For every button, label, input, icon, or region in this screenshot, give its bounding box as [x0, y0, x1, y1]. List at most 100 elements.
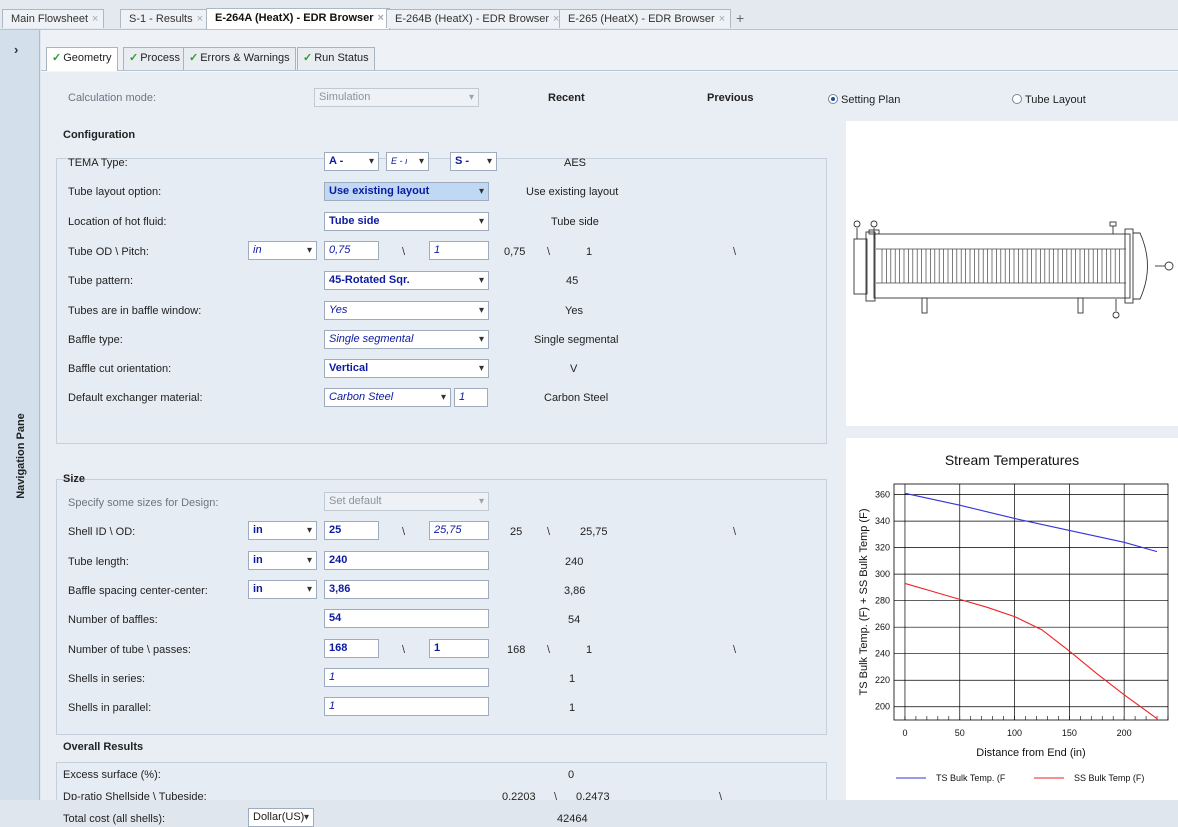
y-tick-label: 300 — [875, 569, 890, 579]
number-of-baffles-input[interactable]: 54 — [324, 609, 489, 628]
shells-in-series-input[interactable]: 1 — [324, 668, 489, 687]
tube-od-unit-select[interactable]: in — [248, 241, 317, 260]
rear-head — [1133, 232, 1148, 300]
number-of-tubes-recent: 168 — [507, 644, 526, 656]
hot-fluid-location-select[interactable]: Tube side — [324, 212, 489, 231]
baffle-type-select[interactable]: Single segmental — [324, 330, 489, 349]
tab-label: Run Status — [314, 52, 369, 64]
y-tick-label: 280 — [875, 596, 890, 606]
checkmark-icon: ✓ — [52, 52, 62, 64]
radio-label: Tube Layout — [1025, 94, 1086, 106]
shells-in-series-recent: 1 — [569, 673, 576, 685]
shell-od-recent: 25,75 — [580, 526, 608, 538]
tube-od-pitch-label: Tube OD \ Pitch: — [68, 246, 149, 258]
tubes-in-window-select[interactable]: Yes — [324, 301, 489, 320]
y-tick-label: 260 — [875, 622, 890, 632]
specify-sizes-select[interactable]: Set default — [324, 492, 489, 511]
setting-plan-radio[interactable]: Setting Plan — [828, 94, 900, 106]
doc-tab-label: E-264B (HeatX) - EDR Browser — [395, 13, 550, 25]
checkmark-icon: ✓ — [129, 52, 139, 64]
chevron-right-icon[interactable]: › — [14, 42, 18, 57]
support-saddle — [921, 297, 928, 314]
tube-layout-option-select[interactable]: Use existing layout — [324, 182, 489, 201]
exchanger-setting-plan-drawing — [853, 220, 1174, 319]
navigation-pane[interactable]: › Navigation Pane — [0, 30, 40, 808]
calculation-mode-select[interactable]: Simulation — [314, 88, 479, 107]
close-icon[interactable]: × — [719, 13, 725, 25]
hot-fluid-location-recent: Tube side — [551, 216, 599, 228]
rear-nozzle — [1164, 261, 1174, 271]
tube-layout-option-recent: Use existing layout — [526, 186, 619, 198]
baffle-cut-orientation-select[interactable]: Vertical — [324, 359, 489, 378]
doc-tab-main-flowsheet[interactable]: Main Flowsheet × — [2, 9, 105, 28]
radio-label: Setting Plan — [841, 94, 901, 106]
tube-layout-option-label: Tube layout option: — [68, 186, 162, 198]
tubes-in-window-recent: Yes — [565, 305, 583, 317]
separator: \ — [733, 246, 737, 258]
tema-shell-select[interactable]: E - ı — [386, 152, 429, 171]
y-tick-label: 200 — [875, 702, 890, 712]
separator: \ — [402, 526, 406, 538]
rear-flange — [1124, 228, 1134, 304]
doc-tab-label: E-264A (HeatX) - EDR Browser — [215, 12, 374, 24]
legend-label: TS Bulk Temp. (F — [936, 773, 1006, 783]
baffle-spacing-unit-select[interactable]: in — [248, 580, 317, 599]
tema-front-select[interactable]: A - — [324, 152, 379, 171]
tube-pattern-label: Tube pattern: — [68, 275, 134, 287]
y-tick-label: 360 — [875, 490, 890, 500]
separator: \ — [733, 526, 737, 538]
doc-tab-e264a[interactable]: E-264A (HeatX) - EDR Browser × — [206, 8, 390, 29]
baffle-spacing-input[interactable]: 3,86 — [324, 580, 489, 599]
y-axis-label: TS Bulk Temp. (F) + SS Bulk Temp (F) — [858, 509, 870, 696]
tube-pattern-select[interactable]: 45-Rotated Sqr. — [324, 271, 489, 290]
radio-dot-icon — [828, 94, 838, 104]
add-tab-button[interactable]: + — [736, 9, 744, 27]
shell-id-input[interactable]: 25 — [324, 521, 379, 540]
tube-length-input[interactable]: 240 — [324, 551, 489, 570]
total-cost-recent: 42464 — [557, 813, 588, 825]
geometry-content: Calculation mode: Simulation Recent Prev… — [41, 72, 1178, 827]
number-of-tubes-input[interactable]: 168 — [324, 639, 379, 658]
separator: \ — [733, 644, 737, 656]
previous-column-header: Previous — [707, 92, 754, 104]
shell-unit-select[interactable]: in — [248, 521, 317, 540]
doc-tab-s1-results[interactable]: S-1 - Results × — [120, 9, 210, 28]
setting-plan-panel — [846, 121, 1178, 426]
doc-tab-label: E-265 (HeatX) - EDR Browser — [568, 13, 715, 25]
size-title: Size — [63, 473, 86, 485]
number-of-tubes-passes-label: Number of tube \ passes: — [68, 644, 191, 656]
overall-results-title: Overall Results — [63, 741, 144, 753]
number-of-passes-input[interactable]: 1 — [429, 639, 489, 658]
shells-in-parallel-input[interactable]: 1 — [324, 697, 489, 716]
default-material-select[interactable]: Carbon Steel — [324, 388, 451, 407]
shell-od-input[interactable]: 25,75 — [429, 521, 489, 540]
doc-tab-e265[interactable]: E-265 (HeatX) - EDR Browser × — [559, 9, 732, 28]
checkmark-icon: ✓ — [303, 52, 313, 64]
tube-pitch-input[interactable]: 1 — [429, 241, 489, 260]
tube-length-label: Tube length: — [68, 556, 129, 568]
tema-rear-select[interactable]: S - — [450, 152, 497, 171]
default-material-number-input[interactable]: 1 — [454, 388, 488, 407]
tab-process[interactable]: ✓ Process — [123, 47, 186, 70]
tube-length-unit-select[interactable]: in — [248, 551, 317, 570]
cost-currency-select[interactable]: Dollar(US) — [248, 808, 314, 827]
doc-tab-label: Main Flowsheet — [11, 13, 89, 25]
close-icon[interactable]: × — [197, 13, 203, 25]
tema-recent: AES — [564, 157, 587, 169]
tube-od-input[interactable]: 0,75 — [324, 241, 379, 260]
bottom-bar — [0, 800, 1178, 808]
sub-tab-bar: ✓ Geometry ✓ Process ✓ Errors & Warnings ✓ R… — [41, 30, 1178, 71]
tube-pattern-recent: 45 — [566, 275, 579, 287]
tube-layout-radio[interactable]: Tube Layout — [1012, 94, 1086, 106]
tab-run-status[interactable]: ✓ Run Status — [297, 47, 375, 70]
close-icon[interactable]: × — [378, 12, 384, 24]
tab-errors-warnings[interactable]: ✓ Errors & Warnings — [183, 47, 296, 70]
baffle-type-label: Baffle type: — [68, 334, 123, 346]
shell-body — [873, 233, 1131, 299]
close-icon[interactable]: × — [92, 13, 98, 25]
chart-title: Stream Temperatures — [944, 452, 1080, 468]
doc-tab-e264b[interactable]: E-264B (HeatX) - EDR Browser × — [386, 9, 566, 28]
shells-in-series-label: Shells in series: — [68, 673, 146, 685]
shells-in-parallel-recent: 1 — [569, 702, 576, 714]
tab-geometry[interactable]: ✓ Geometry — [46, 47, 118, 71]
